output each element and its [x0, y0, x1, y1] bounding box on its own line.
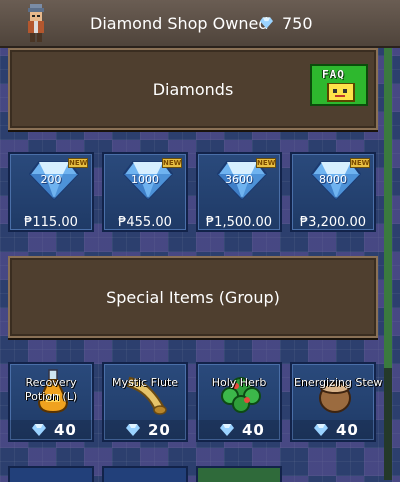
item-name: Energizing Stew	[294, 376, 383, 389]
item-name: Mystic Flute	[111, 376, 179, 389]
price-label: ₱115.00	[24, 215, 78, 230]
item-cost: 40	[10, 420, 92, 440]
special-items-section-header: Special Items (Group)	[8, 256, 378, 338]
special-item-card[interactable]: Energizing Stew 40	[290, 362, 383, 442]
diamond-pack-card[interactable]: 3600 NEW ₱1,500.00	[196, 152, 282, 232]
special-item-card[interactable]: Recovery Potion (L) 40	[8, 362, 94, 442]
new-badge: NEW	[350, 158, 370, 168]
item-cost-value: 40	[336, 421, 359, 439]
faq-button[interactable]: FAQ	[310, 64, 368, 106]
document-icon	[327, 83, 355, 102]
diamond-icon	[32, 424, 46, 436]
special-items-section-title: Special Items (Group)	[106, 288, 280, 307]
scroll-thumb[interactable]	[384, 48, 392, 368]
price-label: ₱455.00	[118, 215, 172, 230]
new-badge: NEW	[256, 158, 276, 168]
diamond-pack-card[interactable]: 200 NEW ₱115.00	[8, 152, 94, 232]
item-cost: 20	[104, 420, 186, 440]
diamond-icon	[260, 17, 273, 29]
diamond-amount: 1000	[131, 173, 159, 186]
item-name: Holy Herb	[211, 376, 267, 389]
item-cost-value: 20	[148, 421, 171, 439]
price-label: ₱1,500.00	[205, 215, 273, 230]
diamond-amount: 3600	[225, 173, 253, 186]
special-item-card[interactable]: Mystic Flute 20	[102, 362, 188, 442]
diamond-icon	[314, 424, 328, 436]
diamond-icon	[126, 424, 140, 436]
diamond-balance: 750	[282, 14, 313, 33]
diamond-icon	[220, 424, 234, 436]
item-cost: 40	[292, 420, 374, 440]
scrollbar[interactable]	[384, 48, 392, 480]
diamond-pack-card[interactable]: 8000 NEW ₱3,200.00	[290, 152, 376, 232]
item-cost-value: 40	[242, 421, 265, 439]
item-cost: 40	[198, 420, 280, 440]
item-cost-value: 40	[54, 421, 77, 439]
new-badge: NEW	[68, 158, 88, 168]
item-name: Recovery Potion (L)	[24, 376, 78, 403]
new-badge: NEW	[162, 158, 182, 168]
top-bar: Diamond Shop Owned 750	[0, 0, 400, 48]
special-item-card[interactable]: Holy Herb 40	[196, 362, 282, 442]
pixel-character-avatar-icon	[28, 4, 44, 42]
diamond-pack-card[interactable]: 1000 NEW ₱455.00	[102, 152, 188, 232]
faq-label: FAQ	[322, 68, 345, 81]
diamond-amount: 8000	[319, 173, 347, 186]
shop-title: Diamond Shop Owned	[90, 14, 269, 33]
diamond-amount: 200	[40, 173, 62, 186]
price-label: ₱3,200.00	[299, 215, 367, 230]
